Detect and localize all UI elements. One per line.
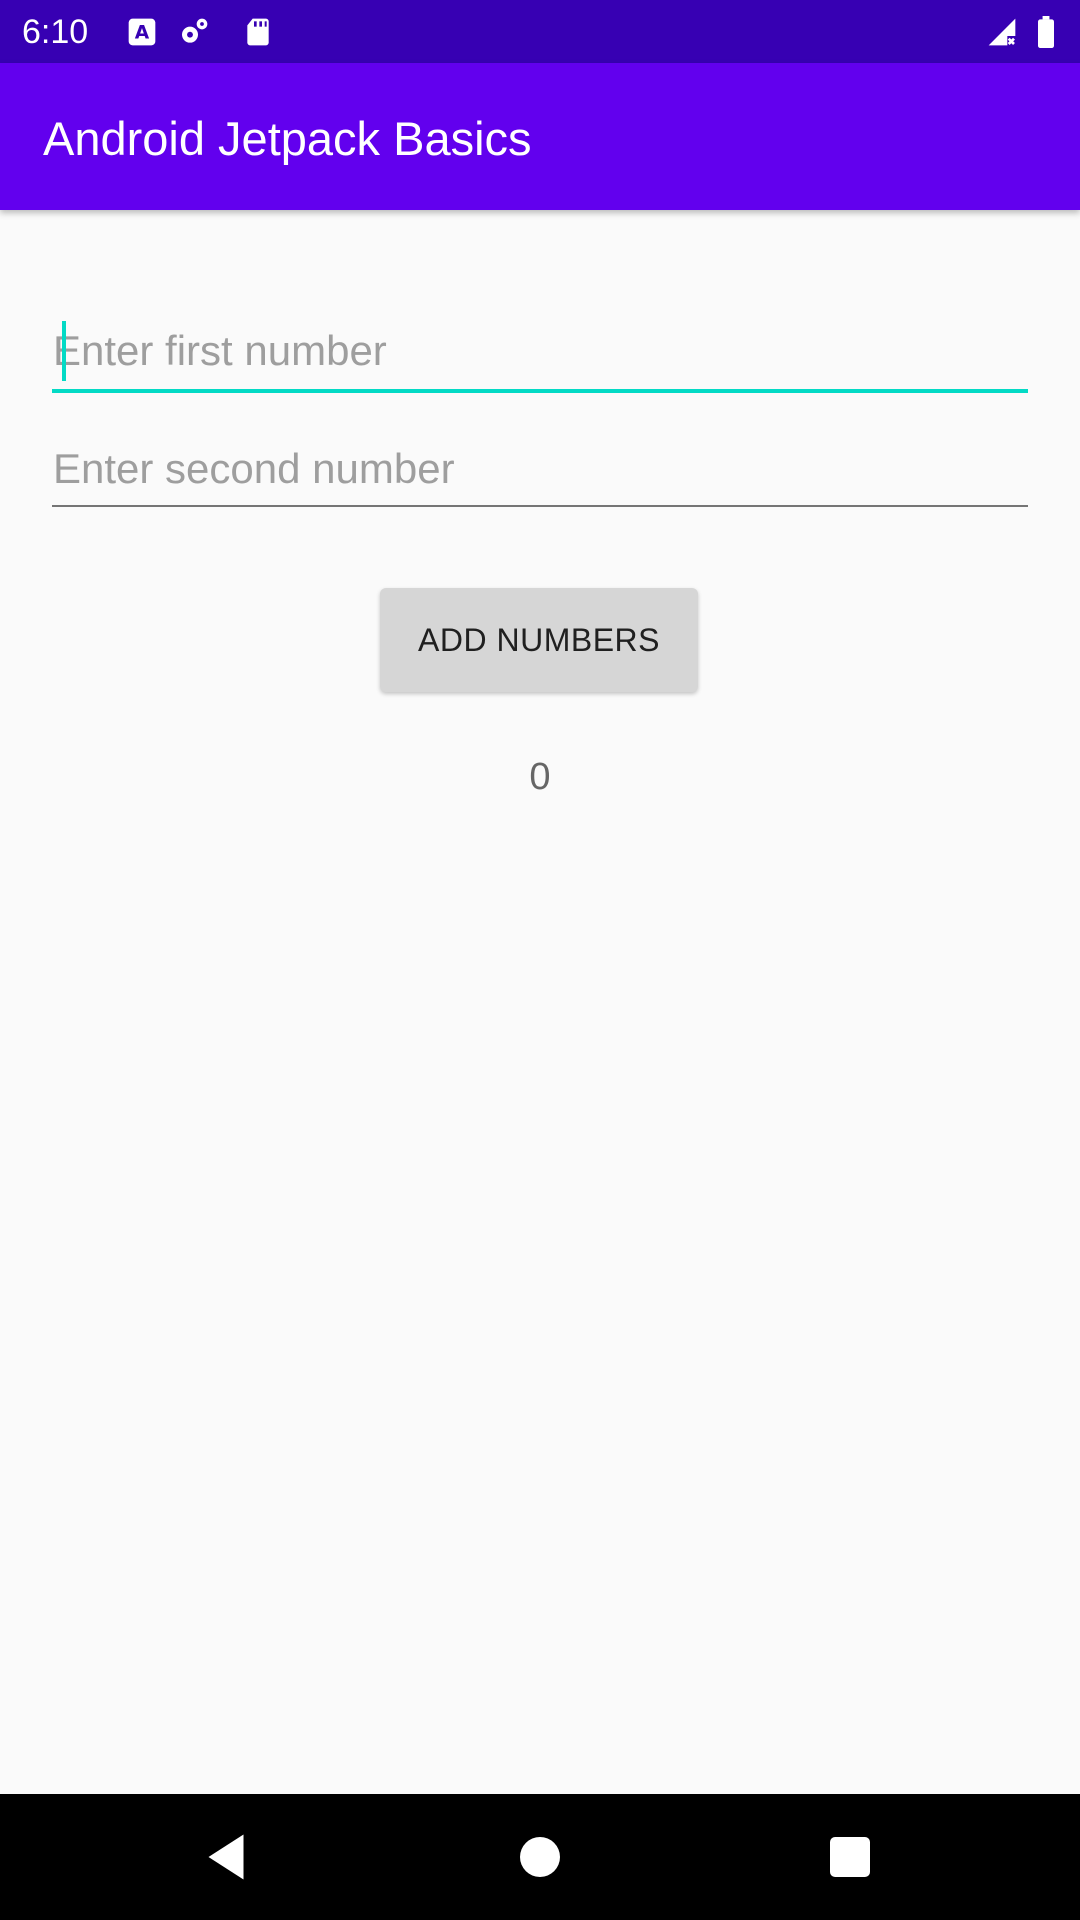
settings-notification-icon: [178, 16, 210, 48]
svg-text:A: A: [135, 23, 150, 44]
second-number-underline: [52, 505, 1028, 507]
status-bar: 6:10 A: [0, 0, 1080, 63]
app-bar: Android Jetpack Basics: [0, 63, 1080, 210]
second-number-field[interactable]: [52, 433, 1029, 513]
first-number-underline: [52, 389, 1028, 393]
app-title: Android Jetpack Basics: [43, 112, 532, 165]
a-notification-icon: A: [126, 16, 158, 48]
second-number-input[interactable]: [52, 433, 1029, 505]
recents-icon[interactable]: [820, 1827, 880, 1887]
status-time: 6:10: [22, 13, 89, 51]
app-screen: 6:10 A Android Jetpack Basics ADD NUMBER…: [0, 0, 1080, 1920]
text-cursor: [62, 321, 66, 381]
add-numbers-button[interactable]: ADD NUMBERS: [380, 588, 698, 692]
first-number-field[interactable]: [52, 315, 1029, 395]
first-number-input[interactable]: [52, 315, 1029, 387]
home-icon[interactable]: [510, 1827, 570, 1887]
sd-card-icon: [242, 16, 274, 48]
navigation-bar: [0, 1794, 1080, 1920]
signal-no-data-icon: [986, 16, 1018, 48]
battery-icon: [1034, 16, 1058, 48]
back-icon[interactable]: [196, 1827, 256, 1887]
result-text: 0: [529, 756, 551, 798]
